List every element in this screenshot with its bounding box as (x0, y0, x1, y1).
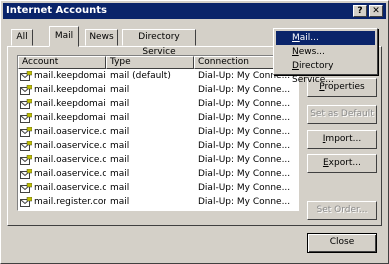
mail-account-icon (20, 70, 33, 82)
cell-type: mail (default) (110, 71, 171, 81)
tab-mail[interactable]: Mail (49, 26, 79, 47)
cell-connection: Dial-Up: My Conne... (198, 113, 291, 123)
cell-connection: Dial-Up: My Conne... (198, 169, 291, 179)
cell-connection: Dial-Up: My Conne... (198, 127, 291, 137)
column-header-type[interactable]: Type (106, 56, 194, 69)
cell-type: mail (110, 183, 130, 193)
table-row[interactable]: mail.oaservice.co... mail Dial-Up: My Conn… (18, 154, 298, 167)
help-button[interactable]: ? (353, 5, 367, 17)
table-row[interactable]: mail.keepdomain.... mail Dial-Up: My Conne… (18, 84, 298, 97)
set-order-button[interactable]: Set Order... (307, 201, 377, 220)
mail-account-icon (20, 84, 33, 96)
internet-accounts-window: Internet Accounts ? ✕ All Mail News Dire… (0, 0, 389, 264)
mail-account-icon (20, 168, 33, 180)
cell-account: mail.oaservice.co... (34, 141, 106, 151)
cell-type: mail (110, 169, 130, 179)
mail-account-icon (20, 196, 33, 208)
cell-account: mail.oaservice.co... (34, 169, 106, 179)
tab-all[interactable]: All (11, 29, 33, 46)
mail-account-icon (20, 182, 33, 194)
mail-account-icon (20, 98, 33, 110)
cell-type: mail (110, 155, 130, 165)
tab-news[interactable]: News (85, 29, 118, 46)
mail-account-icon (20, 112, 33, 124)
tab-all-label: All (16, 32, 28, 42)
cell-type: mail (110, 85, 130, 95)
close-window-button[interactable]: ✕ (369, 5, 383, 17)
table-row[interactable]: mail.oaservice.co... mail Dial-Up: My Conn… (18, 168, 298, 181)
table-row[interactable]: mail.oaservice.co... mail Dial-Up: My Conn… (18, 140, 298, 153)
table-row[interactable]: mail.keepdomain.... mail Dial-Up: My Conne… (18, 98, 298, 111)
table-row[interactable]: mail.keepdomain.... mail Dial-Up: My Conne… (18, 112, 298, 125)
menu-item-mail[interactable]: Mail... (276, 31, 375, 45)
accounts-list[interactable]: Account Type Connection mail.keepdomain.… (17, 55, 299, 211)
cell-account: mail.oaservice.com (34, 127, 106, 137)
cell-account: mail.keepdomain.... (34, 113, 106, 123)
menu-item-news[interactable]: News... (276, 45, 375, 59)
table-row[interactable]: mail.oaservice.com mail Dial-Up: My Conne.… (18, 126, 298, 139)
mail-account-icon (20, 140, 33, 152)
cell-connection: Dial-Up: My Conne... (198, 85, 291, 95)
cell-type: mail (110, 141, 130, 151)
add-account-menu: Mail... News... Directory Service... (273, 28, 378, 85)
cell-connection: Dial-Up: My Conne... (198, 155, 291, 165)
cell-account: mail.keepdomain.... (34, 99, 106, 109)
cell-type: mail (110, 113, 130, 123)
title-bar: Internet Accounts ? ✕ (3, 3, 386, 19)
cell-account: mail.oaservice.co... (34, 155, 106, 165)
cell-connection: Dial-Up: My Conne... (198, 197, 291, 207)
cell-account: mail.register.com (34, 197, 106, 207)
tab-directory-service[interactable]: Directory Service (122, 29, 196, 57)
cell-connection: Dial-Up: My Conne... (198, 141, 291, 151)
cell-type: mail (110, 99, 130, 109)
cell-account: mail.oaservice.co... (34, 183, 106, 193)
table-row[interactable]: mail.oaservice.co... mail Dial-Up: My Conn… (18, 182, 298, 195)
column-header-account[interactable]: Account (18, 56, 106, 69)
cell-account: mail.keepdomain.... (34, 71, 106, 81)
window-title: Internet Accounts (6, 5, 107, 16)
cell-type: mail (110, 127, 130, 137)
import-button[interactable]: Import... (307, 130, 377, 149)
table-row[interactable]: mail.keepdomain....mail (default)Dial-Up… (18, 70, 298, 83)
mail-account-icon (20, 154, 33, 166)
cell-type: mail (110, 197, 130, 207)
table-row[interactable]: mail.register.com mail Dial-Up: My Conne..… (18, 196, 298, 209)
mail-account-icon (20, 126, 33, 138)
menu-item-directory-service[interactable]: Directory Service... (276, 59, 375, 85)
cell-connection: Dial-Up: My Conne... (198, 183, 291, 193)
tab-mail-label: Mail (54, 31, 74, 41)
close-button[interactable]: Close (307, 233, 377, 253)
set-as-default-button[interactable]: Set as Default (307, 105, 377, 124)
tab-news-label: News (89, 32, 114, 42)
cell-account: mail.keepdomain.... (34, 85, 106, 95)
cell-connection: Dial-Up: My Conne... (198, 99, 291, 109)
export-button[interactable]: Export... (307, 154, 377, 173)
